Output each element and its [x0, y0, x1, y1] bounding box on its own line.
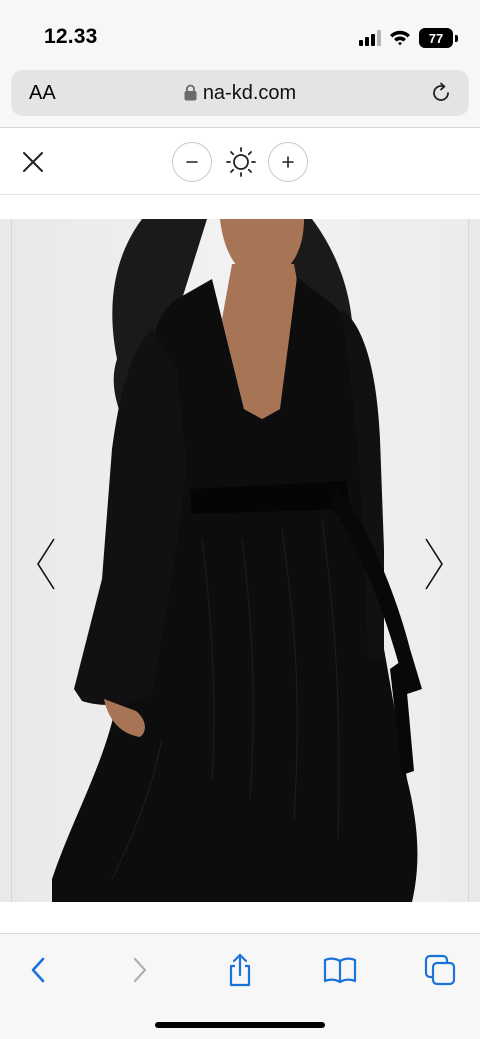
zoom-out-icon	[186, 161, 198, 163]
forward-icon	[133, 957, 147, 983]
zoom-in-icon	[282, 156, 294, 168]
zoom-out-button[interactable]	[172, 142, 212, 182]
home-indicator[interactable]	[155, 1022, 325, 1028]
browser-bottom-toolbar	[0, 933, 480, 1039]
tabs-icon	[424, 954, 456, 986]
cellular-signal-icon	[359, 30, 381, 46]
next-image-edge[interactable]	[468, 219, 480, 902]
back-icon	[31, 957, 45, 983]
share-button[interactable]	[222, 952, 258, 988]
browser-address-area: AA na-kd.com	[0, 66, 480, 128]
image-viewer-toolbar	[0, 129, 480, 195]
status-bar: 12.33 77	[0, 0, 480, 66]
zoom-in-button[interactable]	[268, 142, 308, 182]
chevron-left-icon[interactable]	[34, 537, 58, 591]
chevron-right-icon[interactable]	[422, 537, 446, 591]
bookmarks-button[interactable]	[322, 952, 358, 988]
bookmarks-icon	[323, 957, 357, 984]
previous-image-edge[interactable]	[0, 219, 12, 902]
wifi-icon	[390, 30, 410, 46]
address-bar[interactable]: AA na-kd.com	[11, 70, 469, 116]
share-icon	[229, 953, 251, 987]
brightness-icon[interactable]	[225, 146, 257, 178]
url-text: na-kd.com	[202, 82, 297, 104]
lock-icon	[184, 84, 197, 101]
product-image-panel[interactable]	[0, 219, 480, 902]
clock: 12.33	[44, 25, 98, 48]
back-button[interactable]	[20, 952, 56, 988]
url-display[interactable]: na-kd.com	[11, 82, 469, 105]
model-illustration	[52, 219, 422, 902]
status-icons: 77	[359, 27, 458, 49]
close-icon[interactable]	[20, 149, 46, 175]
battery-level: 77	[419, 28, 453, 48]
reload-icon[interactable]	[429, 81, 453, 105]
tabs-button[interactable]	[422, 952, 458, 988]
product-photo[interactable]	[12, 219, 468, 902]
battery-icon: 77	[419, 28, 458, 48]
forward-button[interactable]	[122, 952, 158, 988]
